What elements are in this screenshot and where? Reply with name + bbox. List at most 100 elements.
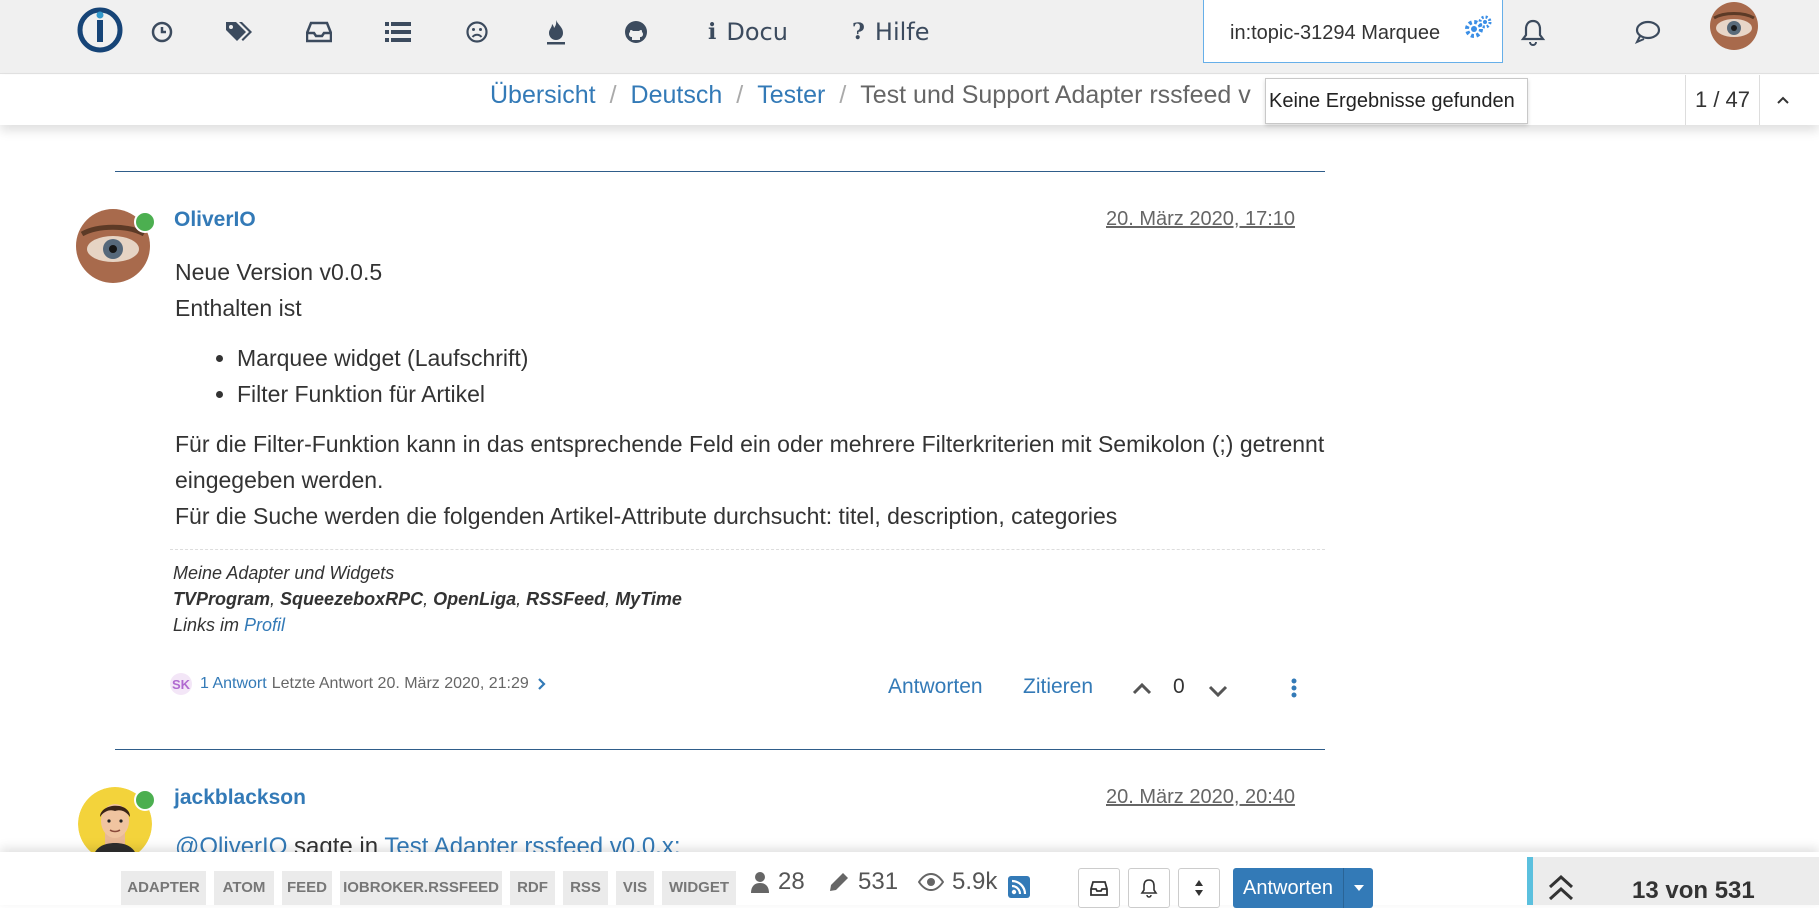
nav-hilfe[interactable]: ? Hilfe xyxy=(852,17,930,47)
tag-iobroker-rssfeed[interactable]: IOBROKER.RSSFEED xyxy=(340,871,502,905)
views-stat: 5.9k xyxy=(918,868,997,896)
top-navbar: i Docu ? Hilfe xyxy=(0,0,1819,74)
notify-bell-button[interactable] xyxy=(1128,868,1170,908)
post-timestamp[interactable]: 20. März 2020, 17:10 xyxy=(1106,208,1295,231)
frown-icon[interactable] xyxy=(465,17,489,47)
downvote-chevron-down-icon[interactable] xyxy=(1207,684,1229,698)
post-signature: Meine Adapter und Widgets TVProgram, Squ… xyxy=(173,560,682,638)
posters-stat: 28 xyxy=(750,868,805,896)
nav-hilfe-label: Hilfe xyxy=(874,18,930,46)
list-item: Marquee widget (Laufschrift) xyxy=(237,340,1325,376)
inbox-icon[interactable] xyxy=(306,17,332,47)
post-author[interactable]: OliverIO xyxy=(174,208,256,232)
tag-atom[interactable]: ATOM xyxy=(214,871,274,905)
tag-rss[interactable]: RSS xyxy=(563,871,608,905)
post-text: Neue Version v0.0.5 xyxy=(175,259,383,285)
double-chevron-up-icon[interactable] xyxy=(1546,872,1576,902)
notifications-bell-icon[interactable] xyxy=(1520,17,1546,47)
iobroker-logo[interactable] xyxy=(76,6,124,54)
more-options-kebab-icon[interactable] xyxy=(1291,678,1297,698)
profile-link[interactable]: Profil xyxy=(244,615,285,635)
topic-progress-label: 13 von 531 xyxy=(1632,877,1755,904)
nav-docu[interactable]: i Docu xyxy=(708,17,788,47)
signature-divider xyxy=(170,549,1325,550)
signature-links: Links im Profil xyxy=(173,612,682,638)
post-pager: 1 / 47 xyxy=(1685,75,1806,125)
online-status-dot xyxy=(134,211,156,233)
signature-heading: Meine Adapter und Widgets xyxy=(173,563,395,583)
post-bullet-list: Marquee widget (Laufschrift) Filter Funk… xyxy=(175,340,1325,412)
breadcrumb-item-uebersicht[interactable]: Übersicht xyxy=(490,81,596,109)
signature-adapter: RSSFeed xyxy=(526,589,606,609)
tag-widget[interactable]: WIDGET xyxy=(662,871,736,905)
replies-summary[interactable]: SK 1 Antwort Letzte Antwort 20. März 202… xyxy=(170,673,547,695)
post-text: Für die Suche werden die folgenden Artik… xyxy=(175,503,1118,529)
pencil-icon xyxy=(830,873,848,891)
post-text: Für die Filter-Funktion kann in das ents… xyxy=(175,431,1325,493)
search-box xyxy=(1203,0,1503,63)
eye-icon xyxy=(918,873,944,891)
breadcrumb-separator: / xyxy=(609,81,617,109)
quote-button[interactable]: Zitieren xyxy=(1023,675,1093,699)
post-content: Neue Version v0.0.5 Enthalten ist Marque… xyxy=(175,254,1325,534)
sort-button[interactable] xyxy=(1178,868,1220,908)
tag-vis[interactable]: VIS xyxy=(616,871,654,905)
signature-adapter: MyTime xyxy=(615,589,682,609)
breadcrumb-bar: Übersicht / Deutsch / Tester / Test und Suppor… xyxy=(0,75,1819,125)
nav-docu-label: Docu xyxy=(726,18,788,46)
post-author[interactable]: jackblackson xyxy=(174,786,306,810)
posts-stat: 531 xyxy=(828,868,898,896)
tags-icon[interactable] xyxy=(224,17,254,47)
user-avatar[interactable] xyxy=(1710,2,1758,50)
signature-adapter: OpenLiga xyxy=(433,589,517,609)
breadcrumb-separator: / xyxy=(736,81,744,109)
vote-count: 0 xyxy=(1173,675,1185,698)
caret-down-icon[interactable] xyxy=(1343,868,1373,908)
chevron-up-icon[interactable] xyxy=(1760,75,1806,125)
reply-count[interactable]: 1 Antwort xyxy=(200,675,267,693)
reply-topic-label: Antworten xyxy=(1243,877,1334,899)
clock-icon[interactable] xyxy=(150,17,174,47)
reply-button[interactable]: Antworten xyxy=(888,675,983,699)
user-icon xyxy=(751,872,769,893)
reply-topic-button[interactable]: Antworten xyxy=(1233,868,1374,908)
posters-count: 28 xyxy=(778,868,805,895)
signature-links-prefix: Links im xyxy=(173,615,240,635)
search-no-results-tooltip: Keine Ergebnisse gefunden xyxy=(1265,78,1528,124)
online-status-dot xyxy=(134,789,156,811)
signature-adapter: TVProgram xyxy=(173,589,271,609)
tag-adapter[interactable]: ADAPTER xyxy=(121,871,206,905)
views-count: 5.9k xyxy=(952,868,998,895)
tag-feed[interactable]: FEED xyxy=(282,871,332,905)
breadcrumb-separator: / xyxy=(839,81,847,109)
sort-icon xyxy=(1195,880,1203,896)
list-item: Filter Funktion für Artikel xyxy=(237,376,1325,412)
breadcrumb-item-deutsch[interactable]: Deutsch xyxy=(631,81,723,109)
post-divider xyxy=(115,749,1325,750)
signature-adapter: SqueezeboxRPC xyxy=(280,589,424,609)
tag-rdf[interactable]: RDF xyxy=(510,871,555,905)
chevron-right-icon xyxy=(537,678,546,690)
breadcrumb-current-topic: Test und Support Adapter rssfeed v xyxy=(860,81,1251,109)
watch-inbox-button[interactable] xyxy=(1078,868,1120,908)
replier-avatar: SK xyxy=(170,673,192,695)
inbox-icon xyxy=(1090,880,1108,896)
chat-icon[interactable] xyxy=(1634,17,1662,47)
list-icon[interactable] xyxy=(385,17,411,47)
breadcrumb-item-tester[interactable]: Tester xyxy=(757,81,825,109)
info-icon: i xyxy=(708,19,717,45)
bell-icon xyxy=(1140,879,1158,898)
github-icon[interactable] xyxy=(624,17,648,47)
posts-count: 531 xyxy=(858,868,899,895)
post-timestamp[interactable]: 20. März 2020, 20:40 xyxy=(1106,786,1295,809)
fire-icon[interactable] xyxy=(545,17,567,47)
post-text: Enthalten ist xyxy=(175,295,302,321)
signature-adapters: TVProgram, SqueezeboxRPC, OpenLiga, RSSF… xyxy=(173,589,682,609)
search-options-gear-icon[interactable] xyxy=(1464,14,1492,42)
rss-feed-icon[interactable] xyxy=(1008,876,1030,898)
post-divider xyxy=(115,171,1325,172)
upvote-chevron-up-icon[interactable] xyxy=(1131,682,1153,696)
question-icon: ? xyxy=(852,19,865,45)
pager-position[interactable]: 1 / 47 xyxy=(1686,75,1760,125)
search-input[interactable] xyxy=(1228,18,1468,48)
